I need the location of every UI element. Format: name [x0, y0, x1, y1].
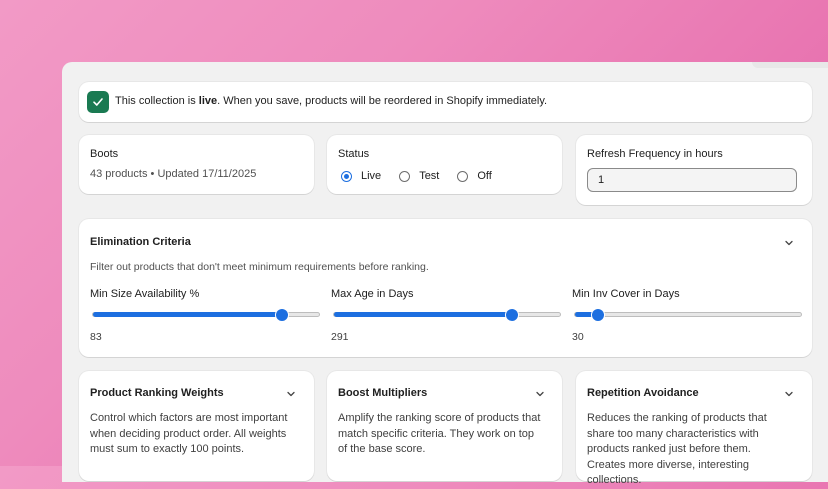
chevron-down-icon[interactable]	[784, 389, 794, 399]
slider-fill	[93, 312, 283, 317]
status-option-test[interactable]: Test	[399, 170, 439, 182]
banner-status-word: live	[198, 95, 218, 107]
section-title: Repetition Avoidance	[587, 387, 699, 399]
slider-track[interactable]	[333, 309, 561, 321]
chevron-down-icon[interactable]	[286, 389, 296, 399]
slider-thumb[interactable]	[591, 309, 604, 321]
radio-icon[interactable]	[399, 170, 411, 182]
slider-value: 83	[90, 331, 102, 343]
section-title: Boost Multipliers	[338, 387, 428, 399]
slider-label: Min Inv Cover in Days	[572, 288, 680, 300]
banner-message: This collection is live. When you save, …	[115, 95, 548, 107]
live-status-banner: This collection is live. When you save, …	[79, 82, 812, 122]
collection-card: Boots 43 products • Updated 17/11/2025	[79, 135, 314, 194]
slider-fill	[334, 312, 512, 317]
checkmark-icon	[87, 91, 109, 113]
status-radio-group: Live Test Off	[341, 170, 510, 182]
slider-label: Max Age in Days	[331, 288, 414, 300]
radio-icon[interactable]	[457, 170, 469, 182]
slider-label: Min Size Availability %	[90, 288, 200, 300]
slider-track[interactable]	[574, 309, 802, 321]
section-title: Product Ranking Weights	[90, 387, 224, 399]
refresh-card: Refresh Frequency in hours 1	[576, 135, 812, 205]
slider-min-inv-cover: Min Inv Cover in Days 30	[572, 288, 802, 343]
section-description: Control which factors are most important…	[90, 412, 288, 455]
slider-value: 291	[331, 331, 349, 343]
slider-min-size: Min Size Availability % 83	[90, 288, 320, 343]
section-description: Amplify the ranking score of products th…	[338, 412, 541, 455]
radio-selected-icon[interactable]	[341, 170, 352, 182]
elimination-criteria-card: Elimination Criteria Filter out products…	[79, 219, 812, 357]
slider-track[interactable]	[92, 309, 320, 321]
refresh-frequency-input[interactable]: 1	[587, 168, 797, 192]
status-title: Status	[338, 148, 370, 160]
ranking-weights-card: Product Ranking Weights Control which fa…	[79, 371, 314, 481]
elimination-description: Filter out products that don't meet mini…	[90, 261, 429, 273]
chevron-down-icon[interactable]	[535, 389, 545, 399]
panel-edge	[752, 62, 828, 68]
chevron-down-icon[interactable]	[784, 238, 794, 248]
section-description: Reduces the ranking of products that sha…	[587, 412, 767, 486]
slider-thumb[interactable]	[505, 309, 518, 321]
refresh-title: Refresh Frequency in hours	[587, 148, 723, 160]
collection-name: Boots	[90, 148, 119, 160]
status-card: Status Live Test Off	[327, 135, 562, 194]
slider-thumb[interactable]	[276, 309, 289, 321]
boost-multipliers-card: Boost Multipliers Amplify the ranking sc…	[327, 371, 562, 481]
slider-value: 30	[572, 331, 584, 343]
collection-meta: 43 products • Updated 17/11/2025	[90, 168, 257, 180]
slider-max-age: Max Age in Days 291	[331, 288, 561, 343]
repetition-avoidance-card: Repetition Avoidance Reduces the ranking…	[576, 371, 812, 486]
status-option-live[interactable]: Live	[341, 170, 381, 182]
status-option-off[interactable]: Off	[457, 170, 492, 182]
elimination-title: Elimination Criteria	[90, 236, 191, 248]
